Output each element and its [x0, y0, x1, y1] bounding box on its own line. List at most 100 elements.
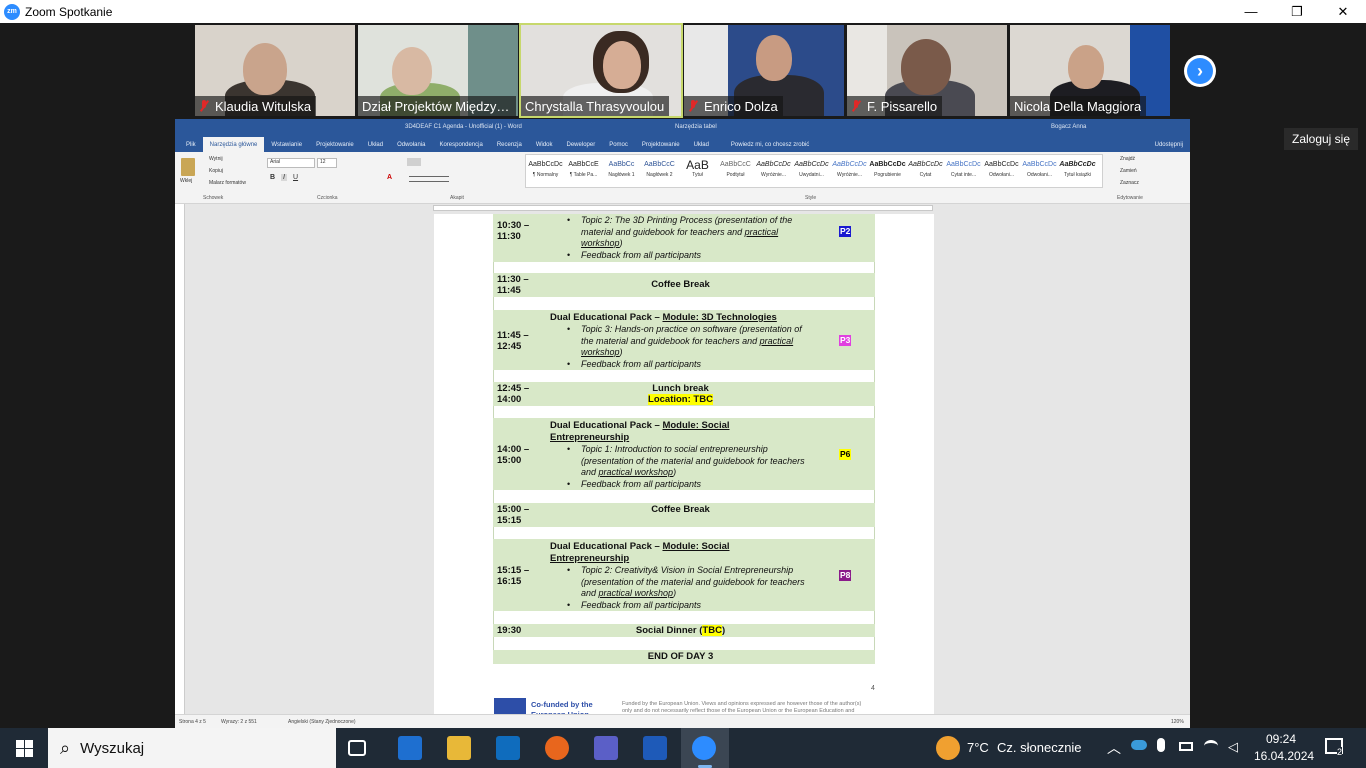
module-heading: Dual Educational Pack – Module: 3D Techn… — [550, 312, 777, 323]
italic-icon[interactable]: I — [281, 174, 287, 181]
participant-tile-active[interactable]: Chrystalla Thrasyvoulou — [519, 23, 683, 118]
tab-references[interactable]: Odwołania — [390, 137, 432, 152]
wifi-icon[interactable] — [1204, 740, 1218, 752]
chevron-up-icon[interactable]: ︿ — [1107, 738, 1121, 758]
clock-date[interactable]: 16.04.2024 — [1254, 749, 1314, 763]
vertical-ruler[interactable] — [175, 204, 185, 714]
tab-layout[interactable]: Układ — [361, 137, 390, 152]
style-option[interactable]: AaB Tytuł — [679, 158, 716, 182]
battery-icon[interactable] — [1179, 742, 1193, 751]
participant-tile[interactable]: F. Pissarello — [847, 25, 1007, 116]
clock-time[interactable]: 09:24 — [1266, 732, 1296, 746]
tab-mailings[interactable]: Korespondencja — [432, 137, 489, 152]
task-view-icon[interactable] — [348, 740, 366, 756]
zoom-icon[interactable] — [692, 736, 716, 760]
tab-view[interactable]: Widok — [529, 137, 560, 152]
participant-name: Chrystalla Thrasyvoulou — [525, 98, 665, 114]
word-icon[interactable] — [643, 736, 667, 760]
bullets-icon[interactable] — [407, 158, 421, 166]
table-row[interactable]: END OF DAY 3 — [493, 650, 875, 664]
style-option[interactable]: AaBbCc Nagłówek 1 — [603, 158, 640, 182]
table-row[interactable]: 15:00 – 15:15 Coffee Break — [493, 503, 875, 527]
weather-temp[interactable]: 7°C — [967, 740, 989, 755]
style-option[interactable]: AaBbCcDc ¶ Normalny — [527, 158, 564, 182]
search-box[interactable]: ⌕ Wyszukaj — [48, 728, 336, 768]
table-row[interactable]: Dual Educational Pack – Module: Social E… — [493, 539, 875, 611]
presenter-badge: P6 — [839, 449, 852, 460]
participant-tile[interactable]: Dział Projektów Międzyn... — [358, 25, 518, 116]
table-row[interactable]: 12:45 – 14:00 Lunch break Location: TBC — [493, 382, 875, 406]
table-row[interactable]: 10:30 – 11:30 Topic 2: The 3D Printing P… — [493, 214, 875, 262]
style-option[interactable]: AaBbCcDc Odwołani... — [983, 158, 1020, 182]
replace-button[interactable]: Zamień — [1120, 168, 1137, 174]
tab-design[interactable]: Projektowanie — [309, 137, 361, 152]
table-row[interactable]: Dual Educational Pack – Module: Social E… — [493, 418, 875, 490]
font-size-select[interactable]: 12 — [317, 158, 337, 168]
microsoft-store-icon[interactable] — [398, 736, 422, 760]
table-row[interactable]: Dual Educational Pack – Module: 3D Techn… — [493, 310, 875, 370]
microphone-icon[interactable] — [1157, 738, 1165, 752]
select-button[interactable]: Zaznacz — [1120, 180, 1139, 186]
style-option[interactable]: AaBbCcDc Uwydatni... — [793, 158, 830, 182]
maximize-button[interactable]: ❐ — [1274, 0, 1320, 23]
tab-table-layout[interactable]: Układ — [687, 137, 716, 152]
weather-desc[interactable]: Cz. słonecznie — [997, 740, 1082, 755]
outlook-icon[interactable] — [496, 736, 520, 760]
tell-me-search[interactable]: Powiedz mi, co chcesz zrobić — [724, 137, 816, 152]
minimize-button[interactable]: — — [1228, 0, 1274, 23]
style-option[interactable]: AaBbCcC Nagłówek 2 — [641, 158, 678, 182]
underline-icon[interactable]: U — [293, 174, 298, 181]
tab-developer[interactable]: Deweloper — [560, 137, 603, 152]
font-color-icon[interactable]: A — [387, 174, 392, 181]
tab-insert[interactable]: Wstawianie — [264, 137, 309, 152]
word-count[interactable]: Wyrazy: 2 z 551 — [221, 719, 257, 725]
end-of-day: END OF DAY 3 — [647, 651, 714, 662]
tab-help[interactable]: Pomoc — [602, 137, 635, 152]
style-option[interactable]: AaBbCcDc Tytuł książki — [1059, 158, 1096, 182]
style-option[interactable]: AaBbCcC Podtytuł — [717, 158, 754, 182]
participant-tile[interactable]: Klaudia Witulska — [195, 25, 355, 116]
onedrive-icon[interactable] — [1131, 740, 1147, 750]
login-tooltip[interactable]: Zaloguj się — [1284, 128, 1358, 150]
style-option[interactable]: AaBbCcE ¶ Table Pa... — [565, 158, 602, 182]
font-name-select[interactable]: Arial — [267, 158, 315, 168]
cut-button[interactable]: Wytnij — [209, 156, 223, 162]
volume-icon[interactable]: ◁ — [1228, 739, 1238, 755]
table-row[interactable]: 11:30 – 11:45 Coffee Break — [493, 273, 875, 297]
copy-button[interactable]: Kopiuj — [209, 168, 223, 174]
style-option[interactable]: AaBbCcDc Pogrubienie — [869, 158, 906, 182]
style-option[interactable]: AaBbCcDc Wyróżnie... — [755, 158, 792, 182]
weather-icon[interactable] — [936, 736, 960, 760]
language[interactable]: Angielski (Stany Zjednoczone) — [288, 719, 356, 725]
style-option[interactable]: AaBbCcDc Odwołani... — [1021, 158, 1058, 182]
style-option[interactable]: AaBbCcDc Wyróżnie... — [831, 158, 868, 182]
bold-icon[interactable]: B — [270, 174, 275, 181]
style-option[interactable]: AaBbCcDc Cytat inte... — [945, 158, 982, 182]
participant-tile[interactable]: Nicola Della Maggiora — [1010, 25, 1170, 116]
start-button[interactable] — [0, 728, 48, 768]
tab-table-design[interactable]: Projektowanie — [635, 137, 687, 152]
page-count[interactable]: Strona 4 z 5 — [179, 719, 206, 725]
next-page-button[interactable]: › — [1184, 55, 1216, 87]
zoom-level[interactable]: 120% — [1171, 719, 1184, 725]
align-icon[interactable] — [409, 176, 449, 182]
tab-home[interactable]: Narzędzia główne — [202, 137, 265, 152]
participant-tile[interactable]: Enrico Dolza — [684, 25, 844, 116]
close-button[interactable]: ✕ — [1320, 0, 1366, 23]
document-page[interactable]: 10:30 – 11:30 Topic 2: The 3D Printing P… — [434, 214, 934, 719]
tab-review[interactable]: Recenzja — [490, 137, 529, 152]
share-button[interactable]: Udostępnij — [1148, 137, 1190, 152]
find-button[interactable]: Znajdź — [1120, 156, 1135, 162]
format-painter-button[interactable]: Malarz formatów — [209, 180, 246, 186]
presenter-badge: P2 — [839, 226, 852, 237]
horizontal-ruler[interactable] — [175, 204, 1190, 212]
tab-file[interactable]: Plik — [179, 137, 203, 152]
teams-icon[interactable] — [594, 736, 618, 760]
paste-icon[interactable] — [181, 158, 195, 176]
paste-button[interactable]: Wklej — [180, 178, 192, 184]
table-row[interactable]: 19:30 Social Dinner (TBC) — [493, 624, 875, 637]
style-option[interactable]: AaBbCcDc Cytat — [907, 158, 944, 182]
file-explorer-icon[interactable] — [447, 736, 471, 760]
search-placeholder: Wyszukaj — [80, 739, 145, 757]
firefox-icon[interactable] — [545, 736, 569, 760]
